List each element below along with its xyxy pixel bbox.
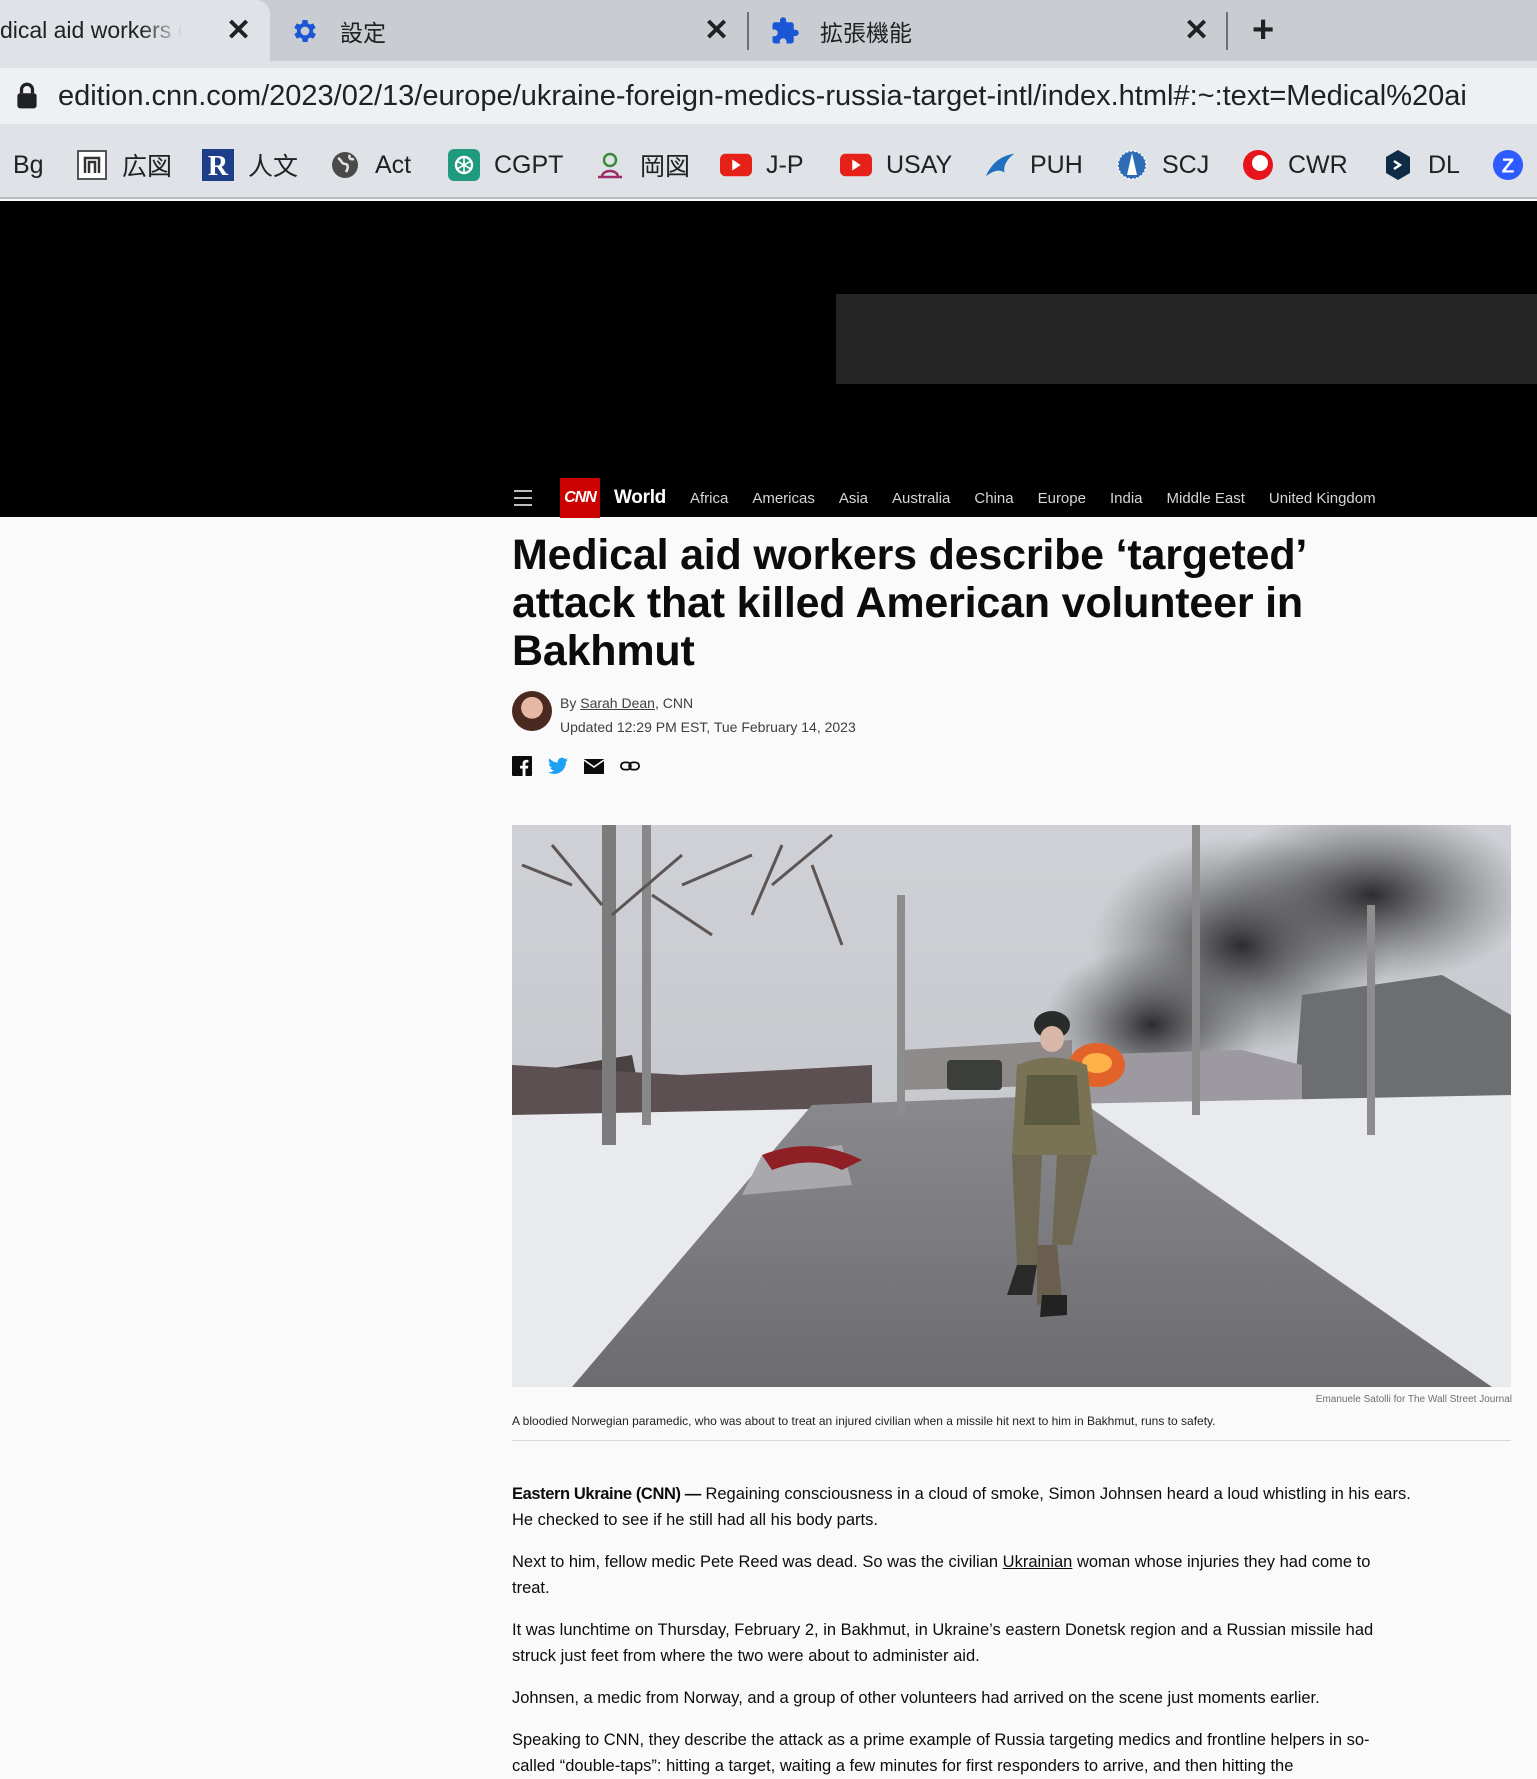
cnn-logo[interactable]: CNN xyxy=(560,478,600,518)
bookmark-usay[interactable]: USAY xyxy=(840,145,952,185)
bookmark-z[interactable]: Z xyxy=(1492,145,1537,185)
link-icon[interactable] xyxy=(620,756,640,776)
bookmark-jinbun[interactable]: R 人文 xyxy=(202,145,298,185)
share-bar xyxy=(512,756,640,776)
deepl-icon xyxy=(1382,149,1414,181)
bookmark-label: 岡図 xyxy=(640,153,691,181)
close-icon[interactable]: ✕ xyxy=(1184,15,1209,46)
bookmark-cwr[interactable]: CWR xyxy=(1242,145,1348,185)
youtube-icon xyxy=(840,149,872,181)
updated-timestamp: Updated 12:29 PM EST, Tue February 14, 2… xyxy=(560,719,856,735)
tab-separator xyxy=(1226,12,1228,50)
emblem-icon xyxy=(1116,149,1148,181)
nav-item-united-kingdom[interactable]: United Kingdom xyxy=(1269,490,1376,507)
close-icon[interactable]: ✕ xyxy=(226,15,251,46)
byline-prefix: By xyxy=(560,695,577,711)
byline: By Sarah Dean, CNN Updated 12:29 PM EST,… xyxy=(512,691,856,739)
r-logo-icon: R xyxy=(202,149,234,181)
bird-icon xyxy=(984,149,1016,181)
bookmark-scj[interactable]: SCJ xyxy=(1116,145,1209,185)
ad-slot[interactable] xyxy=(836,294,1537,384)
byline-outlet: , CNN xyxy=(654,695,694,711)
article: Medical aid workers describe ‘targeted’ … xyxy=(512,531,1512,1775)
paragraph: Next to him, fellow medic Pete Reed was … xyxy=(512,1553,1371,1597)
svg-text:Z: Z xyxy=(1502,155,1515,178)
zoom-icon: Z xyxy=(1492,149,1524,181)
tab-title: 拡張機能 xyxy=(820,19,912,46)
gear-icon xyxy=(294,19,316,42)
nav-item-china[interactable]: China xyxy=(974,490,1013,507)
twitter-icon[interactable] xyxy=(548,756,568,776)
close-icon[interactable]: ✕ xyxy=(704,15,729,46)
masthead: CNN World Africa Americas Asia Australia… xyxy=(0,201,1537,518)
ukrainian-link[interactable]: Ukrainian xyxy=(1003,1553,1073,1571)
paragraph: It was lunchtime on Thursday, February 2… xyxy=(512,1621,1374,1665)
bookmark-label: PUH xyxy=(1030,150,1083,179)
bookmark-kouzu[interactable]: 広図 xyxy=(76,145,172,185)
dateline: Eastern Ukraine (CNN) — xyxy=(512,1485,701,1503)
author-avatar[interactable] xyxy=(512,691,552,731)
bookmark-act[interactable]: Act xyxy=(329,145,411,185)
bookmark-bg[interactable]: Bg xyxy=(13,145,44,185)
photo-credit: Emanuele Satolli for The Wall Street Jou… xyxy=(1315,1394,1512,1405)
nav-item-middle-east[interactable]: Middle East xyxy=(1167,490,1245,507)
bookmark-label: CGPT xyxy=(494,150,564,179)
bookmarks-bar: Bg 広図 R 人文 Act CGPT 岡図 J-P USAY PUH SCJ … xyxy=(0,131,1537,199)
tab-strip: Medical aid workers describe ✕ 設定 ✕ 拡張機能… xyxy=(0,0,1537,61)
paragraph: Eastern Ukraine (CNN) — Regaining consci… xyxy=(512,1485,1411,1529)
chatgpt-icon xyxy=(448,149,480,181)
red-circle-icon xyxy=(1242,149,1274,181)
tab-title: Medical aid workers describe xyxy=(0,17,183,43)
library-building-icon xyxy=(594,149,626,181)
tab-title: 設定 xyxy=(340,19,386,46)
bookmark-jp[interactable]: J-P xyxy=(720,145,804,185)
bookmark-label: J-P xyxy=(766,150,804,179)
address-bar: edition.cnn.com/2023/02/13/europe/ukrain… xyxy=(0,61,1537,131)
url-text[interactable]: edition.cnn.com/2023/02/13/europe/ukrain… xyxy=(58,80,1537,113)
bookmark-cgpt[interactable]: CGPT xyxy=(448,145,563,185)
globe-icon xyxy=(329,149,361,181)
bookmark-label: 人文 xyxy=(248,153,299,181)
paragraph: Johnsen, a medic from Norway, and a grou… xyxy=(512,1689,1320,1707)
nav-item-australia[interactable]: Australia xyxy=(892,490,950,507)
nav-item-americas[interactable]: Americas xyxy=(752,490,815,507)
site-nav: CNN World Africa Americas Asia Australia… xyxy=(514,478,1400,518)
bookmark-puh[interactable]: PUH xyxy=(984,145,1083,185)
nav-item-india[interactable]: India xyxy=(1110,490,1143,507)
bookmark-label: USAY xyxy=(886,150,953,179)
youtube-icon xyxy=(720,149,752,181)
nav-section-world[interactable]: World xyxy=(614,487,666,509)
photo-caption: A bloodied Norwegian paramedic, who was … xyxy=(512,1414,1511,1441)
hero-photo[interactable] xyxy=(512,825,1511,1387)
bookmark-label: Bg xyxy=(13,150,44,179)
nav-item-africa[interactable]: Africa xyxy=(690,490,728,507)
bookmark-label: 広図 xyxy=(122,153,173,181)
menu-icon[interactable] xyxy=(514,490,532,506)
tab-article[interactable]: Medical aid workers describe ✕ xyxy=(0,0,270,61)
web-page: CNN World Africa Americas Asia Australia… xyxy=(0,201,1537,1779)
tab-separator xyxy=(747,12,749,50)
author-link[interactable]: Sarah Dean xyxy=(580,695,655,711)
headline: Medical aid workers describe ‘targeted’ … xyxy=(512,531,1305,675)
bookmark-label: Act xyxy=(375,150,412,179)
svg-text:R: R xyxy=(208,151,229,181)
new-tab-button[interactable]: + xyxy=(1252,10,1274,50)
nav-item-europe[interactable]: Europe xyxy=(1038,490,1086,507)
lock-icon[interactable] xyxy=(16,82,38,110)
puzzle-icon xyxy=(772,16,799,43)
email-icon[interactable] xyxy=(584,756,604,776)
nav-item-asia[interactable]: Asia xyxy=(839,490,868,507)
omnibox[interactable]: edition.cnn.com/2023/02/13/europe/ukrain… xyxy=(0,68,1537,124)
bookmark-dl[interactable]: DL xyxy=(1382,145,1460,185)
bookmark-label: SCJ xyxy=(1162,150,1210,179)
library-icon xyxy=(76,149,108,181)
bookmark-okazu[interactable]: 岡図 xyxy=(594,145,690,185)
bookmark-label: CWR xyxy=(1288,150,1348,179)
tab-settings[interactable]: 設定 ✕ xyxy=(290,0,748,61)
facebook-icon[interactable] xyxy=(512,756,532,776)
bookmark-label: DL xyxy=(1428,150,1460,179)
tab-extensions[interactable]: 拡張機能 ✕ xyxy=(770,0,1228,61)
paragraph: Speaking to CNN, they describe the attac… xyxy=(512,1731,1370,1775)
article-body: Eastern Ukraine (CNN) — Regaining consci… xyxy=(512,1481,1412,1779)
